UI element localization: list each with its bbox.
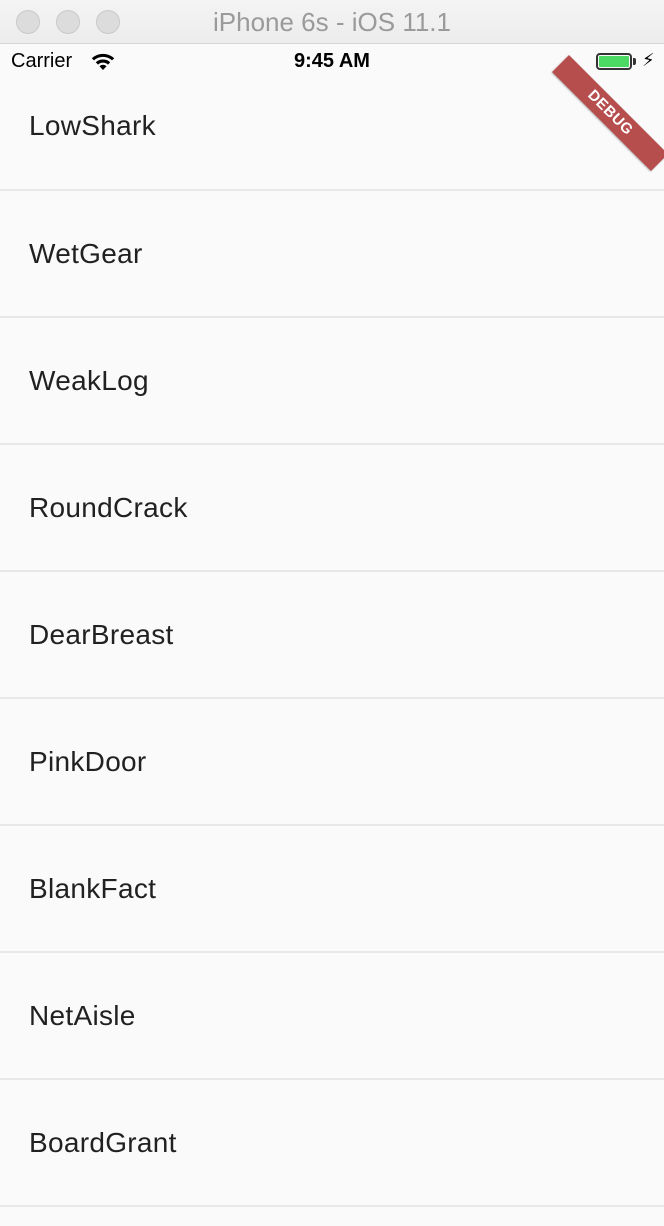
list-item-label: NetAisle [29, 999, 136, 1031]
list-item-label: PinkDoor [29, 745, 147, 777]
window-title: iPhone 6s - iOS 11.1 [213, 7, 451, 37]
window-titlebar: iPhone 6s - iOS 11.1 [0, 0, 664, 44]
list-item[interactable]: NetAisle [0, 953, 664, 1080]
list-item-label: BlankFact [29, 872, 157, 904]
simulator-window: iPhone 6s - iOS 11.1 Carrier 9:45 AM ⚡ L… [0, 0, 664, 1226]
list-item-label: DearBreast [29, 618, 174, 650]
list-item-label: LowShark [29, 110, 156, 141]
list-item[interactable]: WeakLog [0, 318, 664, 445]
list-item[interactable]: BoardGrant [0, 1080, 664, 1207]
list-item[interactable]: BlankFact [0, 826, 664, 953]
list-item-label: WetGear [29, 237, 143, 269]
list-item-label: BoardGrant [29, 1126, 177, 1158]
list-item[interactable]: RoundCrack [0, 445, 664, 572]
list-item[interactable]: WetGear [0, 191, 664, 318]
list-item[interactable]: PinkDoor [0, 699, 664, 826]
list-item-label: WeakLog [29, 364, 149, 396]
list-item-label: RoundCrack [29, 491, 188, 523]
word-pair-list[interactable]: LowShark WetGear WeakLog RoundCrack Dear… [0, 63, 664, 1207]
list-item[interactable]: DearBreast [0, 572, 664, 699]
